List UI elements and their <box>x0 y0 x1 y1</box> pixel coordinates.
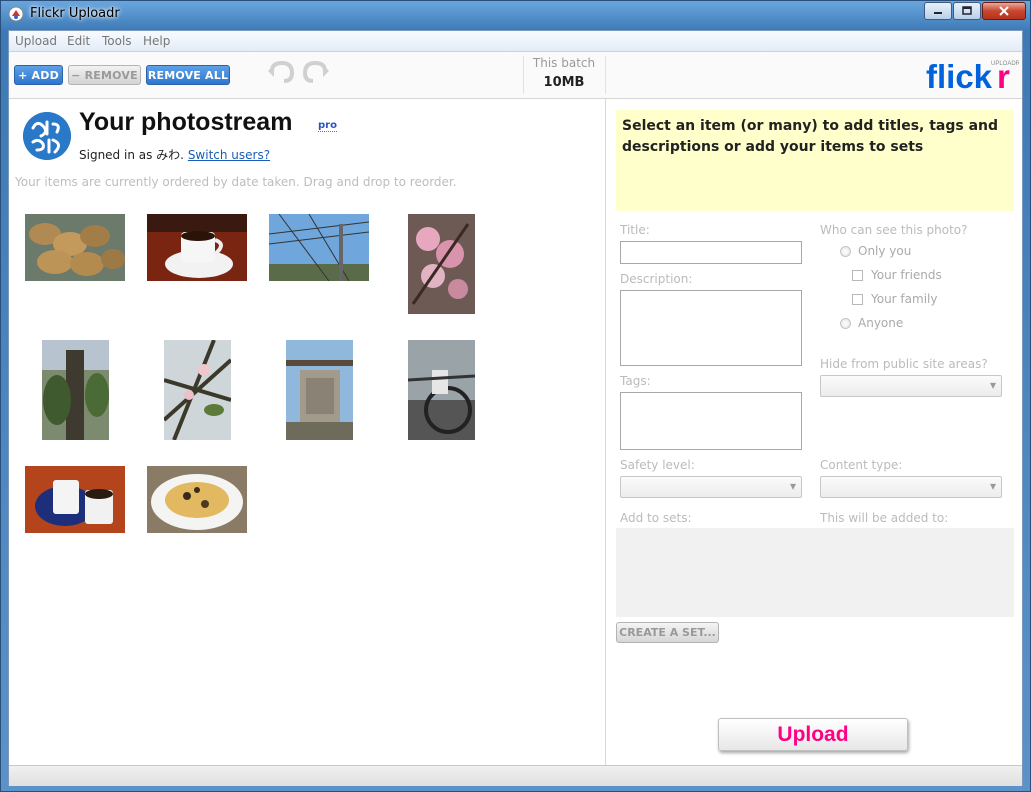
safety-level-select[interactable] <box>620 476 802 498</box>
only-you-radio[interactable] <box>840 246 851 257</box>
menu-tools[interactable]: Tools <box>102 34 132 48</box>
create-set-button[interactable]: CREATE A SET... <box>616 622 719 643</box>
add-to-sets-label: Add to sets: <box>620 511 692 525</box>
switch-users-link[interactable]: Switch users? <box>188 148 270 162</box>
added-to-label: This will be added to: <box>820 511 949 525</box>
photostream-pane: Your photostream pro Signed in as みわ. Sw… <box>9 99 606 765</box>
window-title: Flickr Uploadr <box>30 6 120 21</box>
rotate-right-icon[interactable] <box>301 59 331 85</box>
toolbar-divider <box>605 56 606 94</box>
friends-checkbox[interactable] <box>852 270 863 281</box>
help-message: Select an item (or many) to add titles, … <box>616 110 1014 211</box>
only-you-label: Only you <box>858 244 912 258</box>
maximize-icon <box>962 6 972 15</box>
photo-thumbnail[interactable] <box>269 214 369 281</box>
sets-list[interactable] <box>616 528 1014 617</box>
maximize-button[interactable] <box>953 2 981 20</box>
tags-input[interactable] <box>620 392 802 450</box>
photo-thumbnail[interactable] <box>42 340 109 440</box>
details-pane: Select an item (or many) to add titles, … <box>606 99 1022 765</box>
photo-thumbnail[interactable] <box>286 340 353 440</box>
menu-help[interactable]: Help <box>143 34 170 48</box>
avatar <box>23 112 71 160</box>
photo-thumbnail[interactable] <box>408 214 475 314</box>
family-checkbox[interactable] <box>852 294 863 305</box>
app-window: Flickr Uploadr Upload Edit Tools Help + … <box>0 0 1031 792</box>
photo-thumbnail[interactable] <box>164 340 231 440</box>
page-title: Your photostream <box>79 108 293 136</box>
photo-thumbnail[interactable] <box>147 214 247 281</box>
photo-thumbnail[interactable] <box>147 466 247 533</box>
description-input[interactable] <box>620 290 802 366</box>
rotate-left-icon[interactable] <box>266 59 296 85</box>
friends-label: Your friends <box>871 268 942 282</box>
title-input[interactable] <box>620 241 802 264</box>
photo-thumbnail[interactable] <box>408 340 475 440</box>
title-bar[interactable]: Flickr Uploadr <box>1 1 1030 29</box>
photo-thumbnail[interactable] <box>25 214 125 281</box>
menu-bar: Upload Edit Tools Help <box>9 31 1022 52</box>
batch-size-label: This batch <box>532 56 596 70</box>
content-type-select[interactable] <box>820 476 1002 498</box>
order-hint: Your items are currently ordered by date… <box>15 175 457 189</box>
tags-label: Tags: <box>620 374 651 388</box>
content-type-label: Content type: <box>820 458 903 472</box>
family-label: Your family <box>871 292 938 306</box>
close-icon <box>999 6 1009 16</box>
anyone-radio[interactable] <box>840 318 851 329</box>
remove-button[interactable]: − REMOVE <box>68 65 141 85</box>
signed-in-label: Signed in as みわ. <box>79 148 184 162</box>
toolbar: + ADD − REMOVE REMOVE ALL This batch 10M… <box>9 52 1022 99</box>
svg-text:UPLOADR: UPLOADR <box>991 61 1019 67</box>
batch-size-value: 10MB <box>543 75 585 90</box>
svg-text:flick: flick <box>926 58 993 95</box>
photo-thumbnail[interactable] <box>25 466 125 533</box>
pro-badge: pro <box>318 120 337 132</box>
visibility-label: Who can see this photo? <box>820 223 968 237</box>
menu-upload[interactable]: Upload <box>15 34 57 48</box>
description-label: Description: <box>620 272 693 286</box>
app-icon <box>8 6 24 22</box>
minimize-icon <box>934 12 942 14</box>
remove-all-button[interactable]: REMOVE ALL <box>146 65 230 85</box>
minimize-button[interactable] <box>924 2 952 20</box>
status-bar <box>9 765 1022 786</box>
anyone-label: Anyone <box>858 316 904 330</box>
menu-edit[interactable]: Edit <box>67 34 90 48</box>
signed-in-text: Signed in as みわ. Switch users? <box>79 146 270 163</box>
client-area: Upload Edit Tools Help + ADD − REMOVE RE… <box>8 30 1023 786</box>
add-button[interactable]: + ADD <box>14 65 63 85</box>
upload-button[interactable]: Upload <box>718 718 908 751</box>
hide-select[interactable] <box>820 375 1002 397</box>
safety-level-label: Safety level: <box>620 458 695 472</box>
title-label: Title: <box>620 223 650 237</box>
flickr-logo: flick r UPLOADR <box>926 58 1019 95</box>
close-button[interactable] <box>982 2 1026 20</box>
hide-label: Hide from public site areas? <box>820 357 988 371</box>
